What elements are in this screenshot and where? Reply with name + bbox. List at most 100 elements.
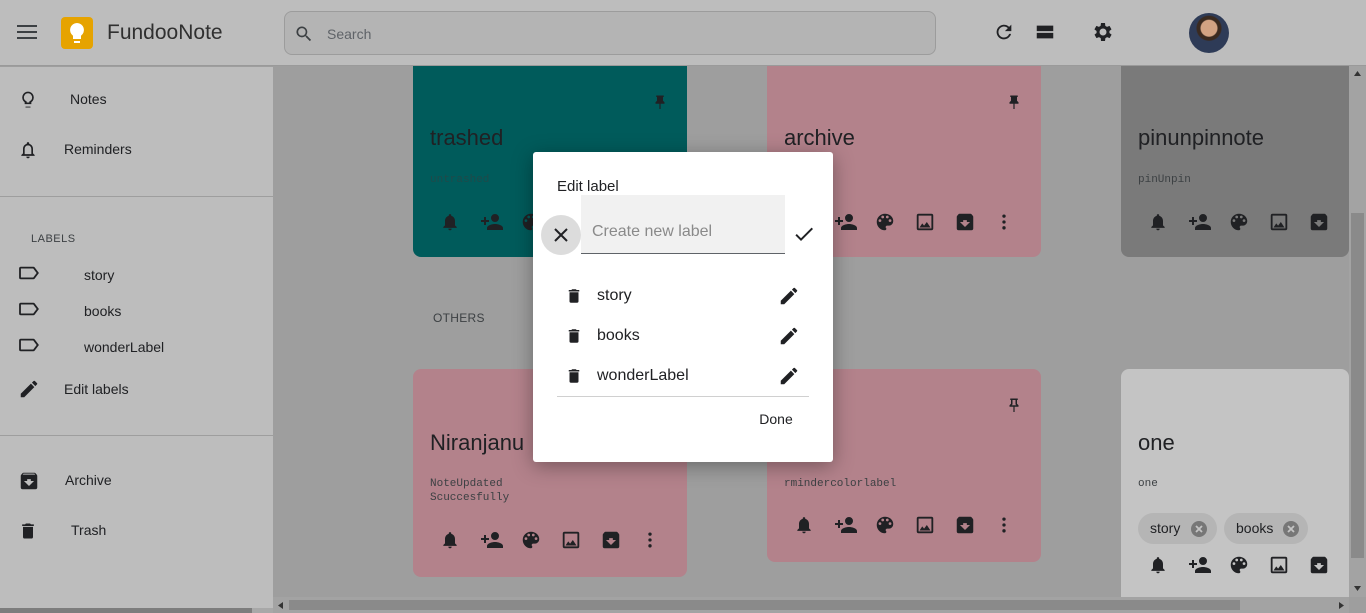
collaborator-icon[interactable] <box>1188 210 1228 234</box>
cancel-create-label-button[interactable] <box>541 215 581 255</box>
collaborator-icon[interactable] <box>1188 553 1228 577</box>
sidebar-item-notes[interactable]: Notes <box>0 80 273 120</box>
horizontal-scroll-thumb[interactable] <box>289 600 1240 610</box>
main-menu-icon[interactable] <box>14 21 40 45</box>
edit-label-pencil-icon[interactable] <box>778 285 800 307</box>
archive-icon[interactable] <box>1308 553 1348 577</box>
search-icon[interactable] <box>294 24 314 44</box>
pencil-icon <box>20 380 38 398</box>
more-options-icon[interactable] <box>640 528 680 552</box>
vertical-scrollbar[interactable] <box>1349 66 1366 597</box>
remind-bell-icon[interactable] <box>1148 210 1188 234</box>
sidebar-item-label-books[interactable]: books <box>0 290 273 330</box>
remind-bell-icon[interactable] <box>794 513 834 537</box>
collaborator-icon[interactable] <box>834 210 874 234</box>
sidebar-scrollbar[interactable] <box>0 608 273 613</box>
image-icon[interactable] <box>914 210 954 234</box>
dialog-divider <box>557 396 809 397</box>
sidebar-item-label: books <box>84 303 122 319</box>
chip-label: story <box>1150 520 1181 536</box>
note-body: one <box>1138 478 1158 490</box>
sidebar-item-label: wonderLabel <box>84 339 165 355</box>
archive-icon[interactable] <box>1308 210 1348 234</box>
label-chip[interactable]: story <box>1138 513 1217 544</box>
sidebar-item-label: Trash <box>71 522 107 538</box>
user-avatar[interactable] <box>1189 13 1229 53</box>
sidebar: Notes Reminders LABELS story books wonde… <box>0 67 273 613</box>
image-icon[interactable] <box>560 528 600 552</box>
sidebar-item-label: Reminders <box>64 141 132 157</box>
more-options-icon[interactable] <box>994 513 1034 537</box>
collaborator-icon[interactable] <box>480 210 520 234</box>
sidebar-divider <box>0 435 273 436</box>
remind-bell-icon[interactable] <box>440 528 480 552</box>
sidebar-item-edit-labels[interactable]: Edit labels <box>0 370 273 410</box>
note-card[interactable]: one one story books <box>1121 369 1349 597</box>
note-title: Niranjanu <box>430 430 525 455</box>
scroll-right-arrow-icon[interactable] <box>1337 601 1345 610</box>
sidebar-item-archive[interactable]: Archive <box>0 461 273 501</box>
image-icon[interactable] <box>914 513 954 537</box>
dialog-title: Edit label <box>557 178 619 195</box>
sidebar-divider <box>0 196 273 197</box>
note-body: untrashed <box>430 174 490 186</box>
remind-bell-icon[interactable] <box>1148 553 1188 577</box>
archive-icon[interactable] <box>954 210 994 234</box>
palette-icon[interactable] <box>874 210 914 234</box>
archive-icon[interactable] <box>954 513 994 537</box>
note-actions <box>440 528 680 552</box>
scroll-up-arrow-icon[interactable] <box>1353 70 1362 78</box>
new-label-input[interactable] <box>592 221 777 243</box>
refresh-icon[interactable] <box>993 20 1015 44</box>
list-view-icon[interactable] <box>1034 20 1056 44</box>
sidebar-item-trash[interactable]: Trash <box>0 511 273 551</box>
image-icon[interactable] <box>1268 553 1308 577</box>
label-name: books <box>597 327 640 344</box>
confirm-check-icon[interactable] <box>792 222 816 246</box>
palette-icon[interactable] <box>520 528 560 552</box>
label-chip[interactable]: books <box>1224 513 1308 544</box>
search-bar[interactable] <box>284 11 936 55</box>
label-tag-icon <box>19 338 39 352</box>
sidebar-item-reminders[interactable]: Reminders <box>0 130 273 170</box>
note-title: archive <box>784 125 855 150</box>
pin-icon[interactable] <box>1005 92 1023 114</box>
collaborator-icon[interactable] <box>834 513 874 537</box>
pin-icon[interactable] <box>651 92 669 114</box>
sidebar-item-label-wonderlabel[interactable]: wonderLabel <box>0 326 273 366</box>
labels-heading: LABELS <box>31 233 76 245</box>
edit-label-pencil-icon[interactable] <box>778 365 800 387</box>
label-row: books <box>557 316 809 356</box>
archive-icon[interactable] <box>600 528 640 552</box>
scroll-down-arrow-icon[interactable] <box>1353 584 1362 592</box>
note-actions <box>794 513 1034 537</box>
done-button[interactable]: Done <box>751 408 801 430</box>
remind-bell-icon[interactable] <box>440 210 480 234</box>
delete-label-trash-icon[interactable] <box>565 286 583 306</box>
palette-icon[interactable] <box>874 513 914 537</box>
delete-label-trash-icon[interactable] <box>565 326 583 346</box>
label-row: wonderLabel <box>557 356 809 396</box>
delete-label-trash-icon[interactable] <box>565 366 583 386</box>
close-icon <box>554 228 568 242</box>
pin-outline-icon[interactable] <box>1005 395 1023 417</box>
edit-label-pencil-icon[interactable] <box>778 325 800 347</box>
remove-chip-icon[interactable] <box>1283 521 1299 537</box>
more-options-icon[interactable] <box>994 210 1034 234</box>
search-input[interactable] <box>327 22 917 46</box>
note-body: rmindercolorlabel <box>784 478 897 490</box>
sidebar-item-label-story[interactable]: story <box>0 254 273 294</box>
note-card[interactable]: pinunpinnote pinUnpin <box>1121 66 1349 257</box>
palette-icon[interactable] <box>1228 210 1268 234</box>
vertical-scroll-thumb[interactable] <box>1351 213 1364 558</box>
remove-chip-icon[interactable] <box>1191 521 1207 537</box>
collaborator-icon[interactable] <box>480 528 520 552</box>
image-icon[interactable] <box>1268 210 1308 234</box>
horizontal-scrollbar[interactable] <box>273 597 1349 613</box>
label-row: story <box>557 276 809 316</box>
settings-gear-icon[interactable] <box>1090 20 1114 44</box>
new-label-field[interactable] <box>581 195 785 254</box>
palette-icon[interactable] <box>1228 553 1268 577</box>
scroll-left-arrow-icon[interactable] <box>277 601 285 610</box>
edit-label-dialog: Edit label story books wonderLabel Done <box>533 152 833 462</box>
